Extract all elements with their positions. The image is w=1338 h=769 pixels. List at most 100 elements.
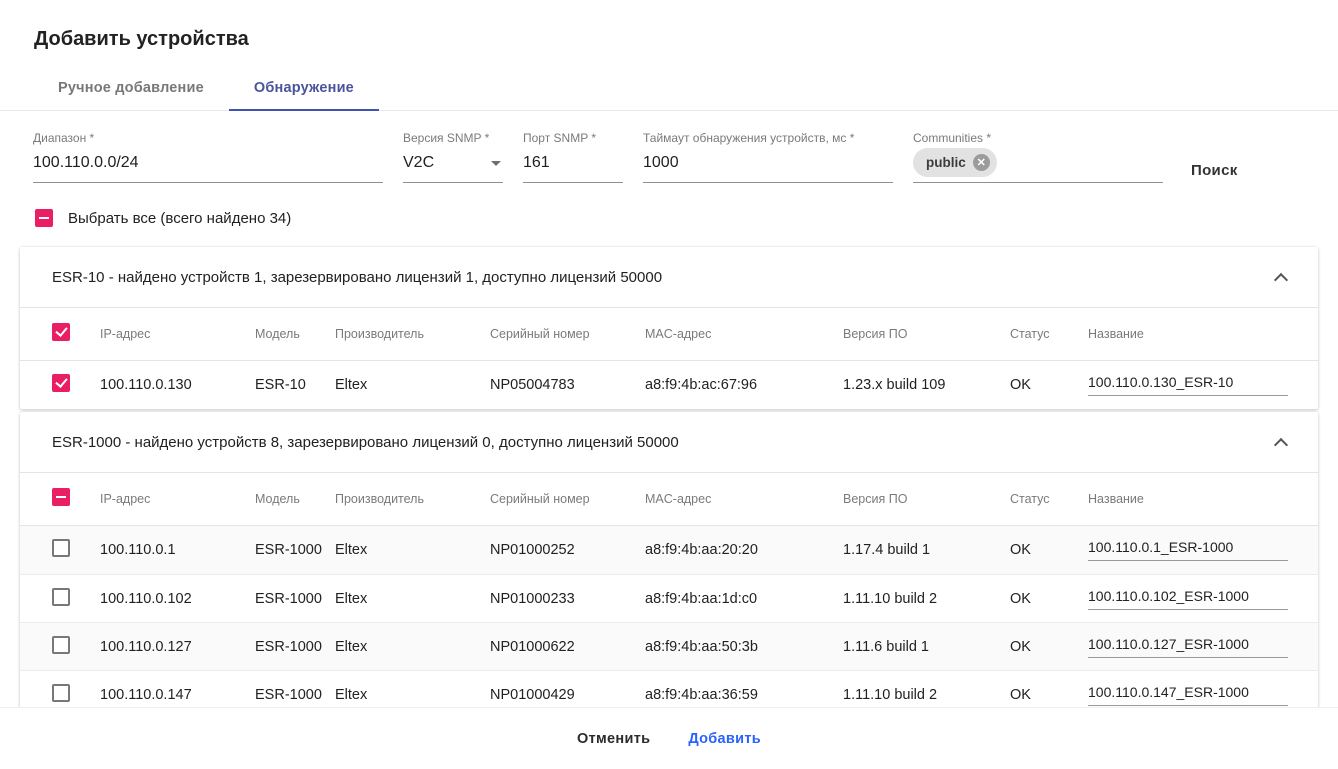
tab-bar: Ручное добавление Обнаружение [0,65,1338,111]
snmp-version-value: V2C [403,154,434,172]
device-model: ESR-1000 [255,639,335,655]
device-mac: a8:f9:4b:ac:67:96 [645,377,843,393]
table-header: IP-адрес Модель Производитель Серийный н… [20,472,1318,526]
snmp-port-input[interactable] [523,154,623,183]
col-ip: IP-адрес [100,327,255,341]
group-select-checkbox[interactable] [52,323,70,341]
device-name-input[interactable] [1088,588,1288,610]
tab-discovery[interactable]: Обнаружение [229,65,379,110]
row-checkbox[interactable] [52,374,70,392]
device-name-input[interactable] [1088,539,1288,561]
device-model: ESR-1000 [255,687,335,703]
device-serial: NP05004783 [490,377,645,393]
discovery-form: Диапазон * Версия SNMP * V2C Порт SNMP *… [0,111,1338,183]
col-firmware: Версия ПО [843,492,1010,506]
device-ip: 100.110.0.130 [100,377,255,393]
device-firmware: 1.17.4 build 1 [843,542,1010,558]
device-vendor: Eltex [335,591,490,607]
snmp-version-select[interactable]: V2C [403,154,503,183]
communities-label: Communities * [913,131,1163,145]
device-row: 100.110.0.1 ESR-1000 Eltex NP01000252 a8… [20,526,1318,574]
group-header[interactable]: ESR-10 - найдено устройств 1, зарезервир… [20,247,1318,307]
community-chip-label: public [926,155,966,170]
device-status: OK [1010,687,1088,703]
device-firmware: 1.11.6 build 1 [843,639,1010,655]
timeout-field: Таймаут обнаружения устройств, мс * [643,131,893,183]
col-model: Модель [255,327,335,341]
snmp-version-field: Версия SNMP * V2C [403,131,503,183]
device-vendor: Eltex [335,377,490,393]
device-vendor: Eltex [335,542,490,558]
col-model: Модель [255,492,335,506]
device-status: OK [1010,591,1088,607]
device-row: 100.110.0.127 ESR-1000 Eltex NP01000622 … [20,622,1318,670]
chip-remove-icon[interactable] [973,154,990,171]
col-name: Название [1088,327,1298,341]
device-model: ESR-10 [255,377,335,393]
select-all-row: Выбрать все (всего найдено 34) [35,209,1338,227]
device-model: ESR-1000 [255,542,335,558]
col-serial: Серийный номер [490,492,645,506]
collapse-chevron-icon[interactable] [1274,437,1288,451]
group-select-checkbox[interactable] [52,488,70,506]
device-serial: NP01000252 [490,542,645,558]
collapse-chevron-icon[interactable] [1274,272,1288,286]
col-mac: MAC-адрес [645,492,843,506]
range-input[interactable] [33,154,383,183]
row-checkbox[interactable] [52,588,70,606]
timeout-label: Таймаут обнаружения устройств, мс * [643,131,893,145]
device-ip: 100.110.0.127 [100,639,255,655]
snmp-port-field: Порт SNMP * [523,131,623,183]
group-title: ESR-1000 - найдено устройств 8, зарезерв… [52,434,679,451]
select-all-checkbox[interactable] [35,209,53,227]
device-row: 100.110.0.102 ESR-1000 Eltex NP01000233 … [20,574,1318,622]
device-ip: 100.110.0.102 [100,591,255,607]
device-firmware: 1.23.x build 109 [843,377,1010,393]
range-label: Диапазон * [33,131,383,145]
device-ip: 100.110.0.1 [100,542,255,558]
dialog-footer: Отменить Добавить [0,707,1338,769]
device-group-esr1000: ESR-1000 - найдено устройств 8, зарезерв… [20,412,1318,718]
device-name-input[interactable] [1088,684,1288,706]
search-button[interactable]: Поиск [1191,162,1238,179]
device-mac: a8:f9:4b:aa:36:59 [645,687,843,703]
col-ip: IP-адрес [100,492,255,506]
device-group-esr10: ESR-10 - найдено устройств 1, зарезервир… [20,247,1318,409]
table-header: IP-адрес Модель Производитель Серийный н… [20,307,1318,361]
col-firmware: Версия ПО [843,327,1010,341]
device-serial: NP01000429 [490,687,645,703]
device-ip: 100.110.0.147 [100,687,255,703]
timeout-input[interactable] [643,154,893,183]
page-title: Добавить устройства [0,0,1338,51]
device-name-input[interactable] [1088,374,1288,396]
row-checkbox[interactable] [52,684,70,702]
group-title: ESR-10 - найдено устройств 1, зарезервир… [52,269,662,286]
col-name: Название [1088,492,1298,506]
device-mac: a8:f9:4b:aa:50:3b [645,639,843,655]
add-button[interactable]: Добавить [688,731,761,747]
communities-field: Communities * public [913,131,1163,183]
col-serial: Серийный номер [490,327,645,341]
col-vendor: Производитель [335,327,490,341]
col-mac: MAC-адрес [645,327,843,341]
device-status: OK [1010,377,1088,393]
device-vendor: Eltex [335,639,490,655]
device-status: OK [1010,542,1088,558]
device-model: ESR-1000 [255,591,335,607]
cancel-button[interactable]: Отменить [577,731,650,747]
communities-input[interactable]: public [913,148,1163,183]
group-header[interactable]: ESR-1000 - найдено устройств 8, зарезерв… [20,412,1318,472]
row-checkbox[interactable] [52,636,70,654]
tab-manual-add[interactable]: Ручное добавление [33,65,229,110]
device-mac: a8:f9:4b:aa:20:20 [645,542,843,558]
range-field: Диапазон * [33,131,383,183]
snmp-version-label: Версия SNMP * [403,131,503,145]
device-mac: a8:f9:4b:aa:1d:c0 [645,591,843,607]
device-name-input[interactable] [1088,636,1288,658]
snmp-port-label: Порт SNMP * [523,131,623,145]
row-checkbox[interactable] [52,539,70,557]
select-all-label: Выбрать все (всего найдено 34) [68,210,291,227]
col-status: Статус [1010,327,1088,341]
community-chip[interactable]: public [913,148,997,177]
device-firmware: 1.11.10 build 2 [843,591,1010,607]
